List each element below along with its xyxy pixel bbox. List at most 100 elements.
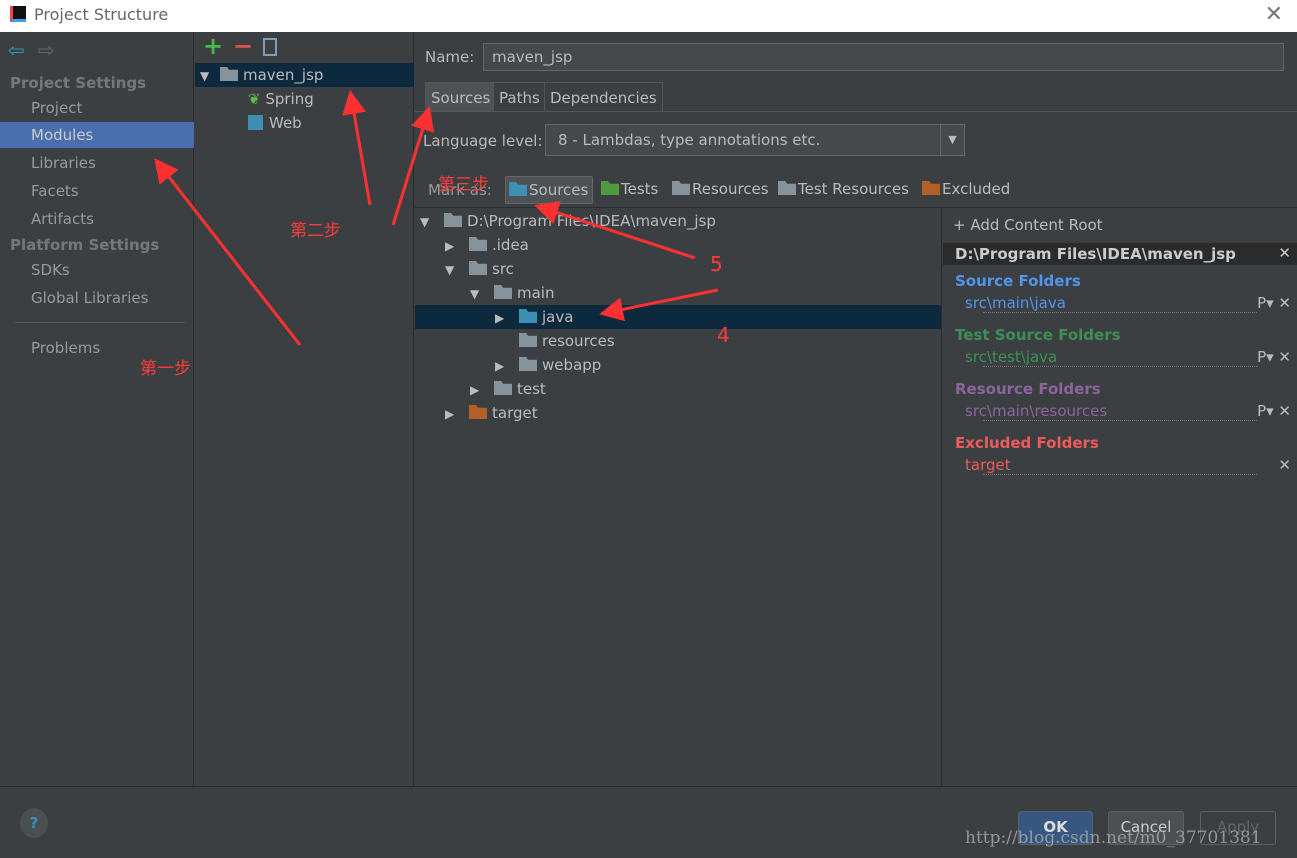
back-arrow-icon[interactable]: ⇦ bbox=[8, 38, 25, 62]
expand-icon[interactable]: ▼ bbox=[200, 64, 220, 88]
mark-test-resources-button[interactable]: Test Resources bbox=[778, 180, 909, 198]
plain-folder-icon bbox=[494, 381, 512, 395]
dotted-leader bbox=[983, 312, 1257, 313]
remove-root-icon[interactable]: ✕ bbox=[1278, 244, 1291, 262]
close-icon[interactable]: ✕ bbox=[1265, 2, 1283, 27]
tab-dependencies[interactable]: Dependencies bbox=[544, 82, 663, 112]
annotation-5: 5 bbox=[710, 252, 723, 276]
copy-icon[interactable] bbox=[263, 38, 277, 56]
folder-path[interactable]: src\main\resources bbox=[965, 402, 1107, 420]
tree-node[interactable]: ▼ src bbox=[415, 257, 941, 281]
nav-artifacts[interactable]: Artifacts bbox=[0, 206, 194, 232]
source-folder-icon bbox=[509, 182, 527, 196]
mark-sources-button[interactable]: Sources bbox=[505, 176, 593, 204]
nav-sdks[interactable]: SDKs bbox=[0, 257, 194, 283]
folder-path[interactable]: src\test\java bbox=[965, 348, 1057, 366]
tree-node[interactable]: ▶ .idea bbox=[415, 233, 941, 257]
chevron-down-icon[interactable]: ▼ bbox=[940, 125, 964, 155]
folder-path[interactable]: src\main\java bbox=[965, 294, 1066, 312]
module-settings: Name: maven_jsp Sources Paths Dependenci… bbox=[415, 32, 1297, 786]
watermark: http://blog.csdn.net/m0_37701381 bbox=[965, 828, 1262, 848]
help-button[interactable]: ? bbox=[20, 808, 48, 838]
add-icon[interactable]: + bbox=[203, 32, 223, 60]
divider bbox=[415, 111, 1297, 112]
tree-node-label: target bbox=[492, 404, 538, 422]
window-title: Project Structure bbox=[34, 5, 169, 24]
tab-paths[interactable]: Paths bbox=[493, 82, 546, 112]
spring-leaf-icon: ❦ bbox=[248, 90, 266, 108]
tree-node[interactable]: ▶ java bbox=[415, 305, 941, 329]
plain-folder-icon bbox=[519, 357, 537, 371]
mark-tests-button[interactable]: Tests bbox=[601, 180, 658, 198]
language-level-select[interactable]: 8 - Lambdas, type annotations etc. ▼ bbox=[545, 124, 965, 156]
folder-group-title: Test Source Folders bbox=[955, 326, 1121, 344]
expand-icon[interactable]: ▶ bbox=[470, 378, 490, 402]
remove-folder-icon[interactable]: P▾ ✕ bbox=[1257, 294, 1291, 312]
collapse-icon[interactable]: ▼ bbox=[420, 210, 440, 234]
source-folder-icon bbox=[519, 309, 537, 323]
modules-panel: + − ▼ maven_jsp ❦ Spring Web bbox=[195, 32, 414, 786]
tree-node-label: main bbox=[517, 284, 555, 302]
test-folder-icon bbox=[601, 181, 619, 195]
section-project-settings: Project Settings bbox=[10, 74, 147, 92]
expand-icon[interactable]: ▶ bbox=[495, 306, 515, 330]
plain-folder-icon bbox=[494, 285, 512, 299]
name-input[interactable]: maven_jsp bbox=[483, 43, 1284, 71]
folder-group-title: Resource Folders bbox=[955, 380, 1101, 398]
dotted-leader bbox=[983, 366, 1257, 367]
nav-modules[interactable]: Modules bbox=[0, 122, 194, 148]
excluded-folder-icon bbox=[469, 405, 487, 419]
add-content-root-button[interactable]: + Add Content Root bbox=[953, 216, 1103, 234]
nav-global-libraries[interactable]: Global Libraries bbox=[0, 285, 194, 311]
tree-node-label: webapp bbox=[542, 356, 602, 374]
tree-node[interactable]: ▼ main bbox=[415, 281, 941, 305]
plain-folder-icon bbox=[444, 213, 462, 227]
folder-group-title: Excluded Folders bbox=[955, 434, 1099, 452]
forward-arrow-icon[interactable]: ⇨ bbox=[38, 38, 55, 62]
plain-folder-icon bbox=[469, 237, 487, 251]
tree-node-label: test bbox=[517, 380, 546, 398]
tree-node[interactable]: ▶ test bbox=[415, 377, 941, 401]
tree-node[interactable]: ▶ target bbox=[415, 401, 941, 425]
collapse-icon[interactable]: ▼ bbox=[470, 282, 490, 306]
language-level-label: Language level: bbox=[423, 132, 543, 150]
collapse-icon[interactable]: ▼ bbox=[445, 258, 465, 282]
facet-web[interactable]: Web bbox=[248, 111, 302, 135]
test-resource-folder-icon bbox=[778, 181, 796, 195]
annotation-step3: 第三步 bbox=[438, 175, 489, 195]
title-bar: Project Structure ✕ bbox=[0, 0, 1297, 32]
section-platform-settings: Platform Settings bbox=[10, 236, 160, 254]
tree-node[interactable]: ▼ D:\Program Files\IDEA\maven_jsp bbox=[415, 209, 941, 233]
facet-spring[interactable]: ❦ Spring bbox=[248, 87, 314, 111]
tab-sources[interactable]: Sources bbox=[425, 82, 497, 112]
tree-node-label: D:\Program Files\IDEA\maven_jsp bbox=[467, 212, 716, 230]
tree-node-label: java bbox=[542, 308, 574, 326]
remove-icon[interactable]: − bbox=[233, 32, 253, 60]
content-tree: ▼ D:\Program Files\IDEA\maven_jsp ▶ .idea ▼ s… bbox=[415, 208, 942, 786]
tree-node[interactable]: ▶ webapp bbox=[415, 353, 941, 377]
nav-libraries[interactable]: Libraries bbox=[0, 150, 194, 176]
folder-path[interactable]: target bbox=[965, 456, 1011, 474]
name-label: Name: bbox=[425, 48, 475, 66]
mark-resources-button[interactable]: Resources bbox=[672, 180, 769, 198]
mark-excluded-button[interactable]: Excluded bbox=[922, 180, 1010, 198]
tree-node[interactable]: resources bbox=[415, 329, 941, 353]
tree-node-label: .idea bbox=[492, 236, 529, 254]
remove-folder-icon[interactable]: P▾ ✕ bbox=[1257, 348, 1291, 366]
divider bbox=[0, 786, 1297, 787]
nav-project[interactable]: Project bbox=[0, 95, 194, 121]
web-icon bbox=[248, 115, 263, 130]
remove-folder-icon[interactable]: P▾ ✕ bbox=[1257, 402, 1291, 420]
expand-icon[interactable]: ▶ bbox=[495, 354, 515, 378]
dotted-leader bbox=[983, 420, 1257, 421]
resource-folder-icon bbox=[519, 333, 537, 347]
expand-icon[interactable]: ▶ bbox=[445, 234, 465, 258]
nav-facets[interactable]: Facets bbox=[0, 178, 194, 204]
dotted-leader bbox=[983, 474, 1257, 475]
module-maven-jsp[interactable]: ▼ maven_jsp bbox=[195, 63, 414, 87]
remove-folder-icon[interactable]: ✕ bbox=[1278, 456, 1291, 474]
expand-icon[interactable]: ▶ bbox=[445, 402, 465, 426]
plain-folder-icon bbox=[469, 261, 487, 275]
annotation-step2: 第二步 bbox=[290, 221, 341, 241]
annotation-step1: 第一步 bbox=[140, 359, 191, 379]
